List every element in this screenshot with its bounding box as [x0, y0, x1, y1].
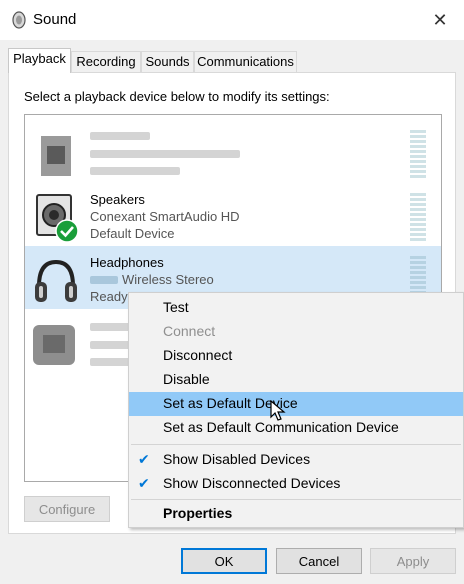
blurred-text — [90, 132, 150, 140]
context-menu: Test Connect Disconnect Disable Set as D… — [128, 292, 464, 528]
device-status: Default Device — [90, 226, 175, 241]
menu-item-set-default-device[interactable]: Set as Default Device — [129, 392, 463, 416]
menu-item-label: Test — [163, 299, 189, 315]
device-name: Headphones — [90, 255, 164, 270]
tab-recording[interactable]: Recording — [71, 51, 141, 72]
blurred-text — [90, 358, 130, 366]
blurred-text — [90, 150, 240, 158]
menu-item-label: Show Disconnected Devices — [163, 475, 341, 491]
menu-separator — [131, 499, 461, 500]
close-button[interactable]: ✕ — [426, 6, 454, 34]
device-name: Speakers — [90, 192, 145, 207]
device-description: Conexant SmartAudio HD — [90, 209, 240, 224]
menu-separator — [131, 444, 461, 445]
blurred-device-icon — [31, 321, 81, 371]
menu-item-show-disabled-devices[interactable]: ✔ Show Disabled Devices — [129, 448, 463, 472]
headphones-icon — [35, 259, 77, 302]
menu-item-set-default-communication-device[interactable]: Set as Default Communication Device — [129, 416, 463, 440]
apply-button[interactable]: Apply — [370, 548, 456, 574]
menu-item-label: Connect — [163, 323, 216, 339]
volume-meter — [410, 130, 426, 180]
default-check-icon — [55, 219, 79, 243]
menu-item-properties[interactable]: Properties — [129, 502, 463, 526]
tab-sounds[interactable]: Sounds — [141, 51, 194, 72]
menu-item-connect[interactable]: Connect — [129, 320, 463, 344]
device-description: Wireless Stereo — [122, 272, 214, 287]
menu-item-label: Disable — [163, 371, 210, 387]
menu-item-show-disconnected-devices[interactable]: ✔ Show Disconnected Devices — [129, 472, 463, 496]
checkmark-icon: ✔ — [138, 451, 150, 467]
configure-button[interactable]: Configure — [24, 496, 110, 522]
menu-item-label: Show Disabled Devices — [163, 451, 311, 467]
device-status: Ready — [90, 289, 128, 304]
menu-item-disable[interactable]: Disable — [129, 368, 463, 392]
blurred-text — [90, 323, 130, 331]
checkmark-icon: ✔ — [138, 475, 150, 491]
close-icon: ✕ — [432, 9, 448, 30]
device-item-blurred-1[interactable] — [25, 120, 441, 183]
speaker-device-icon — [36, 194, 79, 243]
menu-item-label: Disconnect — [163, 347, 233, 363]
blurred-device-icon — [31, 130, 81, 180]
ok-button[interactable]: OK — [181, 548, 267, 574]
menu-item-disconnect[interactable]: Disconnect — [129, 344, 463, 368]
instruction-text: Select a playback device below to modify… — [24, 89, 330, 104]
device-item-speakers[interactable]: Speakers Conexant SmartAudio HD Default … — [25, 183, 441, 246]
blurred-text — [90, 276, 118, 284]
mouse-cursor-icon — [270, 400, 286, 421]
blurred-text — [90, 167, 180, 175]
window-title: Sound — [33, 11, 77, 28]
volume-meter — [410, 193, 426, 243]
title-bar: Sound ✕ — [0, 0, 464, 40]
tab-playback[interactable]: Playback — [8, 48, 71, 73]
blurred-text — [90, 341, 130, 349]
menu-item-test[interactable]: Test — [129, 296, 463, 320]
speaker-app-icon — [12, 11, 26, 29]
tab-communications[interactable]: Communications — [194, 51, 297, 72]
cancel-button[interactable]: Cancel — [276, 548, 362, 574]
menu-item-label: Properties — [163, 505, 233, 521]
